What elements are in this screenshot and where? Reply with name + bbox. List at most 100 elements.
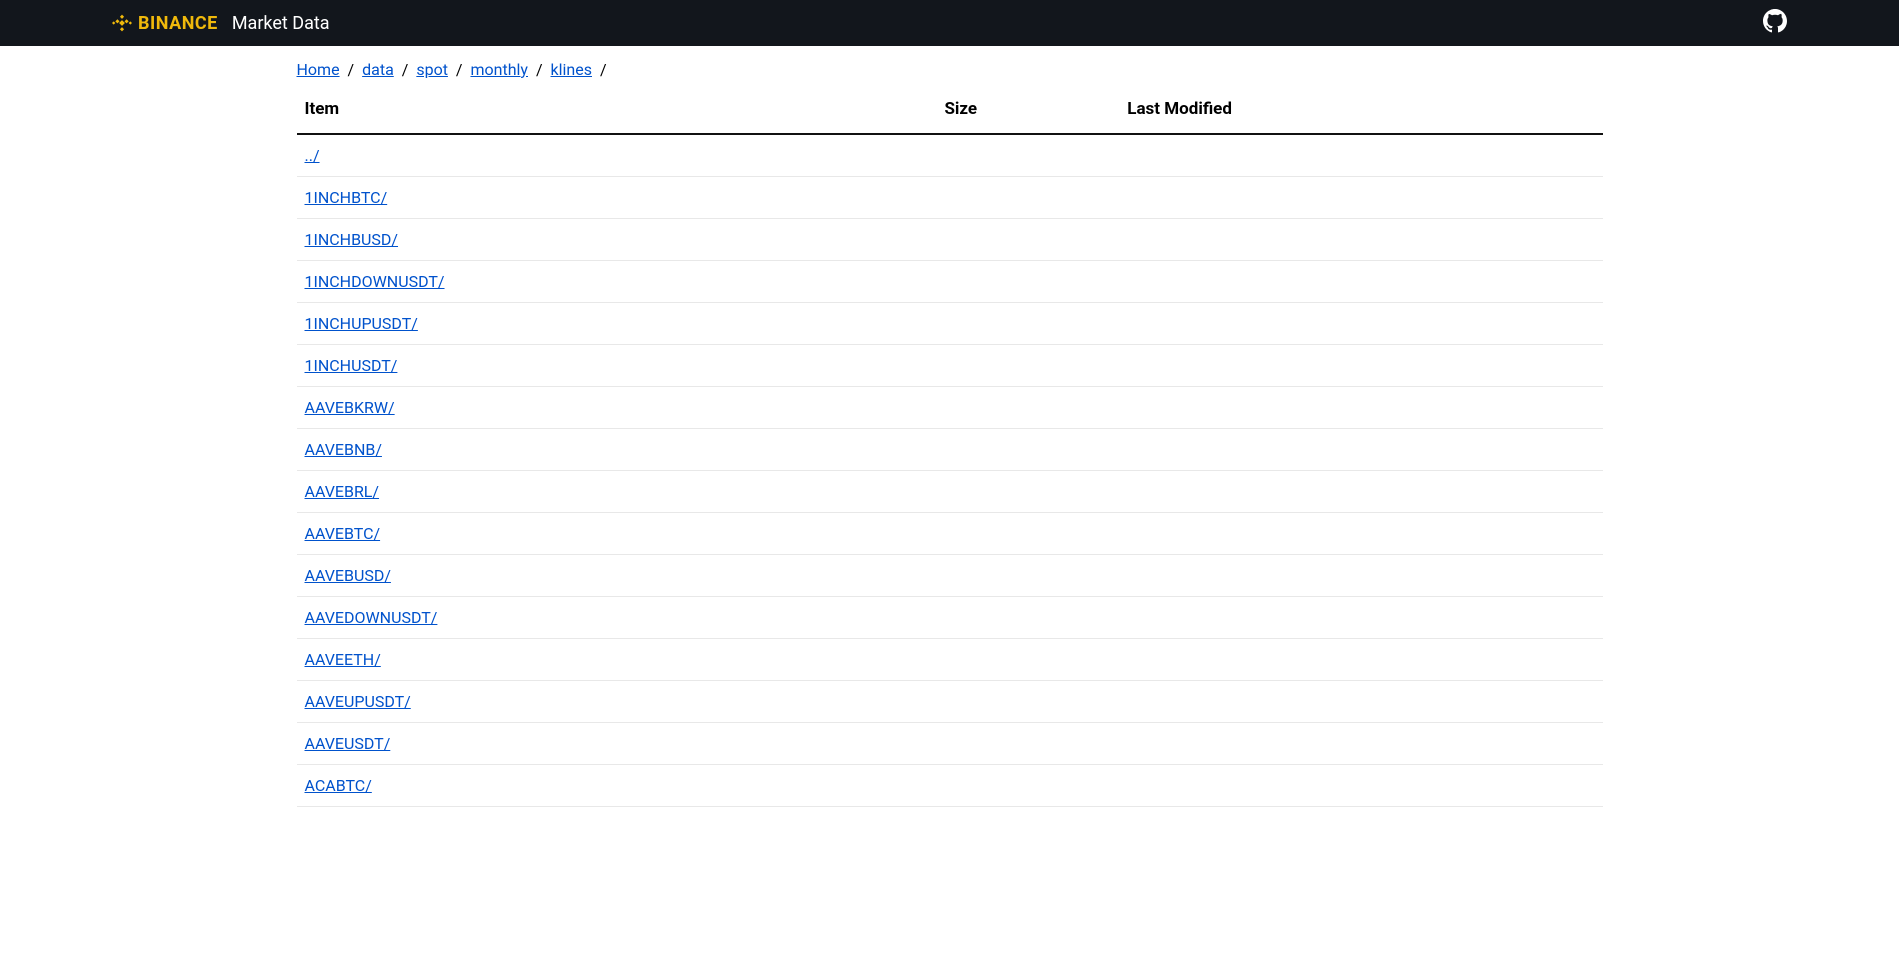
cell-modified	[1119, 219, 1602, 261]
breadcrumb-link[interactable]: data	[362, 60, 394, 79]
breadcrumb-link[interactable]: spot	[416, 60, 448, 79]
cell-modified	[1119, 597, 1602, 639]
table-row: ACABTC/	[297, 765, 1603, 807]
table-row: AAVEBNB/	[297, 429, 1603, 471]
table-row: AAVEDOWNUSDT/	[297, 597, 1603, 639]
directory-link[interactable]: 1INCHBUSD/	[305, 230, 399, 249]
table-row: AAVEBUSD/	[297, 555, 1603, 597]
breadcrumb-link[interactable]: klines	[551, 60, 592, 79]
github-icon	[1763, 9, 1787, 33]
cell-item: 1INCHDOWNUSDT/	[297, 261, 937, 303]
binance-logo-text: BINANCE	[138, 13, 218, 34]
cell-size	[936, 177, 1119, 219]
directory-link[interactable]: 1INCHBTC/	[305, 188, 388, 207]
breadcrumb-separator: /	[596, 60, 607, 79]
cell-item: 1INCHBUSD/	[297, 219, 937, 261]
cell-size	[936, 219, 1119, 261]
directory-table-body: ../ 1INCHBTC/1INCHBUSD/1INCHDOWNUSDT/1INC…	[297, 134, 1603, 807]
cell-modified	[1119, 471, 1602, 513]
cell-size	[936, 471, 1119, 513]
cell-size	[936, 597, 1119, 639]
col-header-item: Item	[297, 89, 937, 134]
directory-link[interactable]: 1INCHUPUSDT/	[305, 314, 418, 333]
table-row: 1INCHBTC/	[297, 177, 1603, 219]
cell-size	[936, 387, 1119, 429]
cell-item: ACABTC/	[297, 765, 937, 807]
directory-link[interactable]: AAVEETH/	[305, 650, 381, 669]
cell-modified	[1119, 429, 1602, 471]
cell-size	[936, 303, 1119, 345]
table-row: ../	[297, 134, 1603, 177]
table-row: AAVEBTC/	[297, 513, 1603, 555]
directory-link[interactable]: AAVEBKRW/	[305, 398, 395, 417]
page-title: Market Data	[232, 13, 330, 34]
directory-link[interactable]: AAVEDOWNUSDT/	[305, 608, 438, 627]
cell-modified	[1119, 387, 1602, 429]
table-row: 1INCHDOWNUSDT/	[297, 261, 1603, 303]
table-row: 1INCHBUSD/	[297, 219, 1603, 261]
cell-size	[936, 681, 1119, 723]
directory-link[interactable]: AAVEBNB/	[305, 440, 382, 459]
breadcrumb-link[interactable]: monthly	[470, 60, 528, 79]
directory-link[interactable]: 1INCHDOWNUSDT/	[305, 272, 445, 291]
main-container: Home / data / spot / monthly / klines / …	[295, 46, 1605, 807]
binance-logo[interactable]: BINANCE	[112, 13, 218, 34]
binance-logo-icon	[112, 13, 132, 33]
cell-item: 1INCHUPUSDT/	[297, 303, 937, 345]
cell-modified	[1119, 681, 1602, 723]
cell-item: AAVEUSDT/	[297, 723, 937, 765]
cell-modified	[1119, 261, 1602, 303]
cell-item: AAVEBUSD/	[297, 555, 937, 597]
cell-item: AAVEBNB/	[297, 429, 937, 471]
cell-size	[936, 555, 1119, 597]
header-left: BINANCE Market Data	[112, 13, 330, 34]
cell-item: AAVEBRL/	[297, 471, 937, 513]
directory-link[interactable]: ACABTC/	[305, 776, 372, 795]
github-link[interactable]	[1763, 9, 1787, 37]
table-row: AAVEBKRW/	[297, 387, 1603, 429]
table-row: AAVEBRL/	[297, 471, 1603, 513]
directory-link[interactable]: AAVEUSDT/	[305, 734, 391, 753]
cell-modified	[1119, 345, 1602, 387]
cell-item: ../	[297, 134, 937, 177]
directory-link[interactable]: AAVEBUSD/	[305, 566, 391, 585]
cell-size	[936, 723, 1119, 765]
cell-size	[936, 765, 1119, 807]
cell-modified	[1119, 303, 1602, 345]
cell-item: AAVEBKRW/	[297, 387, 937, 429]
cell-item: AAVEUPUSDT/	[297, 681, 937, 723]
directory-link[interactable]: ../	[305, 146, 320, 165]
cell-item: 1INCHBTC/	[297, 177, 937, 219]
directory-link[interactable]: AAVEBTC/	[305, 524, 381, 543]
cell-size	[936, 513, 1119, 555]
cell-item: AAVEETH/	[297, 639, 937, 681]
cell-size	[936, 429, 1119, 471]
cell-modified	[1119, 723, 1602, 765]
directory-table: Item Size Last Modified ../1INCHBTC/1INC…	[297, 89, 1603, 807]
cell-size	[936, 345, 1119, 387]
cell-modified	[1119, 555, 1602, 597]
col-header-size: Size	[936, 89, 1119, 134]
breadcrumb-separator: /	[344, 60, 359, 79]
breadcrumb-link[interactable]: Home	[297, 60, 340, 79]
cell-item: AAVEBTC/	[297, 513, 937, 555]
cell-modified	[1119, 765, 1602, 807]
cell-modified	[1119, 639, 1602, 681]
cell-modified	[1119, 177, 1602, 219]
table-row: AAVEUPUSDT/	[297, 681, 1603, 723]
breadcrumb-separator: /	[532, 60, 547, 79]
directory-link[interactable]: 1INCHUSDT/	[305, 356, 398, 375]
cell-size	[936, 639, 1119, 681]
breadcrumb-separator: /	[452, 60, 467, 79]
cell-modified	[1119, 513, 1602, 555]
table-row: AAVEUSDT/	[297, 723, 1603, 765]
table-row: 1INCHUPUSDT/	[297, 303, 1603, 345]
cell-item: AAVEDOWNUSDT/	[297, 597, 937, 639]
directory-link[interactable]: AAVEUPUSDT/	[305, 692, 411, 711]
directory-link[interactable]: AAVEBRL/	[305, 482, 380, 501]
breadcrumb-separator: /	[398, 60, 413, 79]
cell-size	[936, 134, 1119, 177]
header: BINANCE Market Data	[0, 0, 1899, 46]
cell-item: 1INCHUSDT/	[297, 345, 937, 387]
table-row: AAVEETH/	[297, 639, 1603, 681]
